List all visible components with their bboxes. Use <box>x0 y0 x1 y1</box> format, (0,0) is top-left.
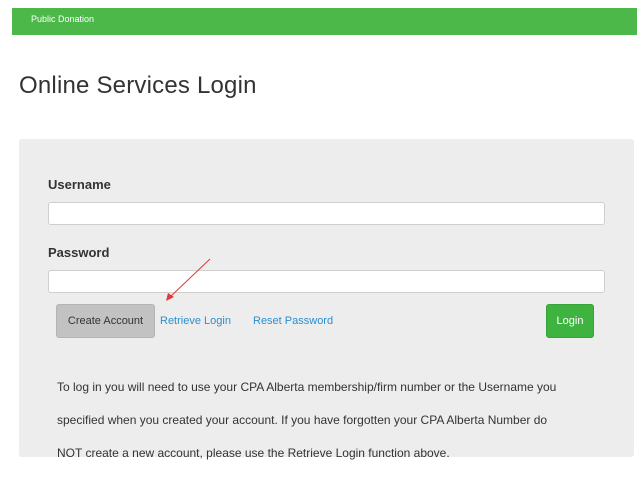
retrieve-login-link[interactable]: Retrieve Login <box>160 315 231 327</box>
create-account-button[interactable]: Create Account <box>56 304 155 338</box>
login-button[interactable]: Login <box>546 304 594 338</box>
reset-password-link[interactable]: Reset Password <box>253 315 333 327</box>
login-panel: Username Password Create Account Retriev… <box>19 139 634 460</box>
help-text-line: specified when you created your account.… <box>57 413 548 427</box>
help-text-line: NOT create a new account, please use the… <box>57 446 450 460</box>
public-donation-link[interactable]: Public Donation <box>31 13 94 25</box>
password-label: Password <box>48 245 110 260</box>
help-text-line: To log in you will need to use your CPA … <box>57 380 557 394</box>
page-title: Online Services Login <box>19 72 257 99</box>
username-label: Username <box>48 177 111 192</box>
top-navigation-bar: Public Donation <box>12 8 637 35</box>
password-input[interactable] <box>48 270 605 293</box>
login-help-text: To log in you will need to use your CPA … <box>57 371 617 470</box>
username-input[interactable] <box>48 202 605 225</box>
login-page: Public Donation Online Services Login Us… <box>0 0 637 485</box>
